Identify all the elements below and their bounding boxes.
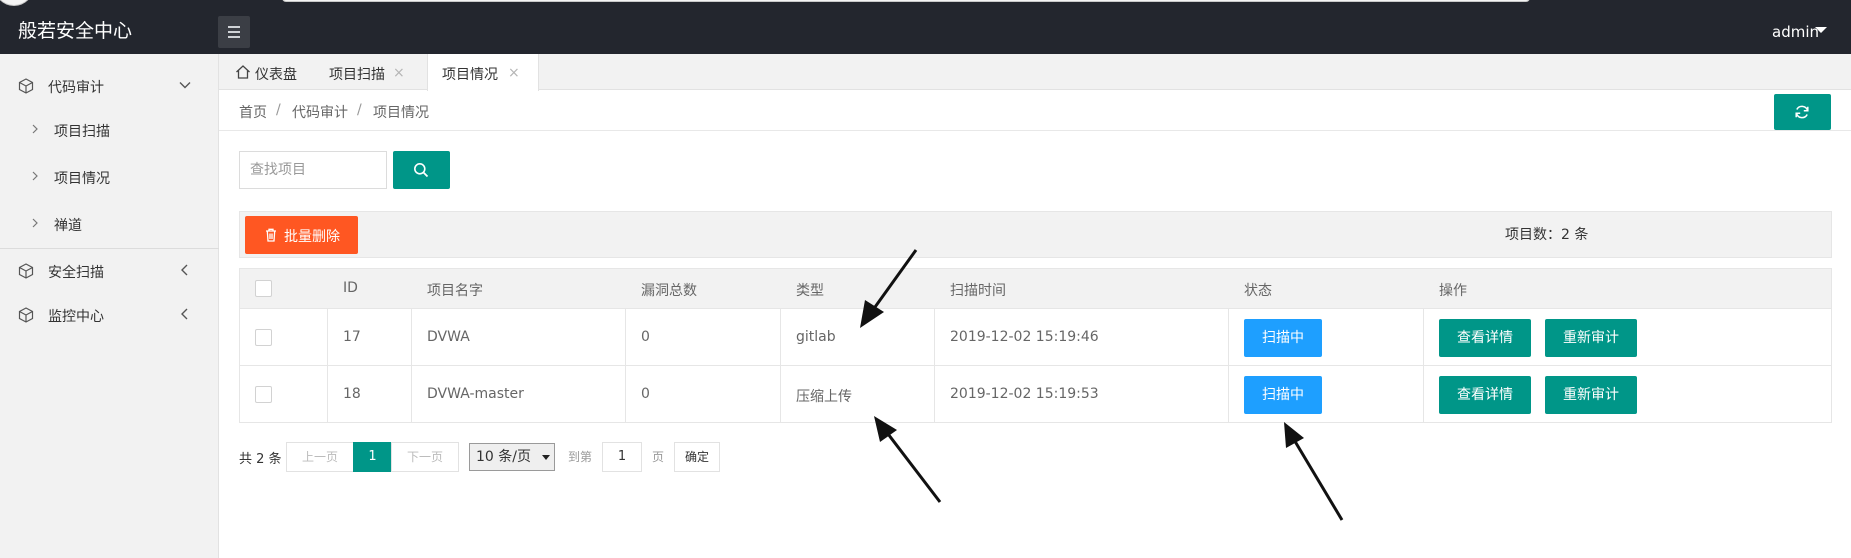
close-icon[interactable]: × <box>393 65 405 81</box>
sidebar-item-label: 项目情况 <box>54 171 110 187</box>
select-all-checkbox[interactable] <box>255 280 272 297</box>
sidebar-group-monitor-center[interactable]: 监控中心 <box>0 293 219 337</box>
sidebar-item-label: 禅道 <box>54 218 82 234</box>
chevron-left-icon <box>181 308 188 320</box>
close-icon[interactable]: × <box>508 65 520 81</box>
browser-bar-remnant <box>282 0 1530 2</box>
search-icon <box>414 163 429 178</box>
sidebar-item-project-scan[interactable]: 项目扫描 <box>0 108 219 154</box>
refresh-button[interactable] <box>1774 94 1831 130</box>
home-icon <box>236 65 250 79</box>
cell-vulns: 0 <box>641 329 650 345</box>
breadcrumb-current: 项目情况 <box>373 105 429 121</box>
user-menu[interactable]: admin <box>1772 23 1819 41</box>
cube-icon <box>18 307 34 323</box>
arrow-annotation <box>1284 422 1344 521</box>
batch-delete-button[interactable]: 批量删除 <box>245 216 358 254</box>
project-count: 项目数：2 条 <box>1505 227 1589 243</box>
chevron-down-icon <box>179 82 191 89</box>
sidebar-group-label: 代码审计 <box>48 80 104 96</box>
tab-label: 项目扫描 <box>329 67 385 83</box>
status-button[interactable]: 扫描中 <box>1244 376 1322 414</box>
breadcrumb-separator: / <box>276 102 281 118</box>
pagination-current-page[interactable]: 1 <box>353 442 392 472</box>
cell-id: 17 <box>343 329 361 345</box>
pagination-total: 共 2 条 <box>239 452 282 467</box>
row-checkbox[interactable] <box>255 386 272 403</box>
breadcrumb-separator: / <box>357 102 362 118</box>
page-size-select[interactable]: 10 条/页 <box>469 443 555 471</box>
sidebar-item-zentao[interactable]: 禅道 <box>0 202 219 248</box>
pagination-next-button[interactable]: 下一页 <box>391 442 459 472</box>
breadcrumb: 首页 / 代码审计 / 项目情况 <box>219 91 1851 131</box>
column-header-id: ID <box>343 280 358 296</box>
batch-delete-label: 批量删除 <box>284 229 340 245</box>
tab-project-status[interactable]: 项目情况 × <box>427 54 539 91</box>
top-header: 般若安全中心 admin <box>0 0 1851 54</box>
column-header-scan-time: 扫描时间 <box>950 283 1006 299</box>
cell-type: 压缩上传 <box>796 389 852 405</box>
page-size-value: 10 条/页 <box>476 449 531 465</box>
app-logo-title: 般若安全中心 <box>18 20 133 42</box>
table-header: ID 项目名字 漏洞总数 类型 扫描时间 状态 操作 <box>240 269 1831 309</box>
column-header-status: 状态 <box>1244 283 1272 299</box>
goto-suffix: 页 <box>652 450 665 464</box>
cell-name: DVWA-master <box>427 386 524 402</box>
tab-label: 项目情况 <box>442 67 498 83</box>
sidebar-group-security-scan[interactable]: 安全扫描 <box>0 249 219 293</box>
column-header-type: 类型 <box>796 283 824 299</box>
sidebar-group-code-audit[interactable]: 代码审计 <box>0 64 219 108</box>
cell-scan-time: 2019-12-02 15:19:46 <box>950 329 1099 345</box>
trash-icon <box>266 228 276 242</box>
cube-icon <box>18 263 34 279</box>
sidebar-group-label: 监控中心 <box>48 309 104 325</box>
projects-table: ID 项目名字 漏洞总数 类型 扫描时间 状态 操作 17 DVWA 0 git… <box>239 268 1832 423</box>
goto-confirm-button[interactable]: 确定 <box>674 442 720 472</box>
reaudit-button[interactable]: 重新审计 <box>1545 376 1637 414</box>
sidebar-item-label: 项目扫描 <box>54 124 110 140</box>
menu-toggle-button[interactable] <box>218 16 250 48</box>
search-button[interactable] <box>393 151 450 189</box>
refresh-icon <box>1795 105 1809 119</box>
reaudit-button[interactable]: 重新审计 <box>1545 319 1637 357</box>
column-header-actions: 操作 <box>1439 283 1467 299</box>
status-button[interactable]: 扫描中 <box>1244 319 1322 357</box>
pagination-prev-button[interactable]: 上一页 <box>286 442 354 472</box>
chevron-right-icon <box>32 218 38 228</box>
cell-scan-time: 2019-12-02 15:19:53 <box>950 386 1099 402</box>
column-header-name: 项目名字 <box>427 283 483 299</box>
view-details-button[interactable]: 查看详情 <box>1439 319 1531 357</box>
cell-type: gitlab <box>796 329 836 345</box>
cell-id: 18 <box>343 386 361 402</box>
tab-dashboard[interactable]: 仪表盘 <box>219 54 315 90</box>
column-header-vulns: 漏洞总数 <box>641 283 697 299</box>
sidebar: 代码审计 项目扫描 项目情况 禅道 安全扫描 监控中心 <box>0 54 219 558</box>
view-details-button[interactable]: 查看详情 <box>1439 376 1531 414</box>
table-toolbar: 批量删除 <box>239 211 1832 258</box>
breadcrumb-code-audit[interactable]: 代码审计 <box>292 102 348 122</box>
table-row: 18 DVWA-master 0 压缩上传 2019-12-02 15:19:5… <box>240 367 1831 423</box>
breadcrumb-home[interactable]: 首页 <box>239 102 267 122</box>
cell-vulns: 0 <box>641 386 650 402</box>
sidebar-group-label: 安全扫描 <box>48 265 104 281</box>
cube-icon <box>18 78 34 94</box>
caret-down-icon[interactable] <box>1815 27 1827 33</box>
search-input[interactable] <box>239 151 387 189</box>
tab-bar: 仪表盘 项目扫描 × 项目情况 × <box>219 54 1851 91</box>
goto-page-input[interactable]: 1 <box>602 442 642 472</box>
chevron-right-icon <box>32 124 38 134</box>
cell-name: DVWA <box>427 329 470 345</box>
arrow-annotation <box>874 416 942 503</box>
chevron-left-icon <box>181 264 188 276</box>
table-row: 17 DVWA 0 gitlab 2019-12-02 15:19:46 扫描中… <box>240 310 1831 366</box>
tab-project-scan[interactable]: 项目扫描 × <box>315 54 427 90</box>
row-checkbox[interactable] <box>255 329 272 346</box>
chevron-right-icon <box>32 171 38 181</box>
goto-prefix: 到第 <box>568 450 593 464</box>
sidebar-item-project-status[interactable]: 项目情况 <box>0 155 219 201</box>
tab-label: 仪表盘 <box>255 67 297 83</box>
caret-down-icon <box>542 455 550 460</box>
